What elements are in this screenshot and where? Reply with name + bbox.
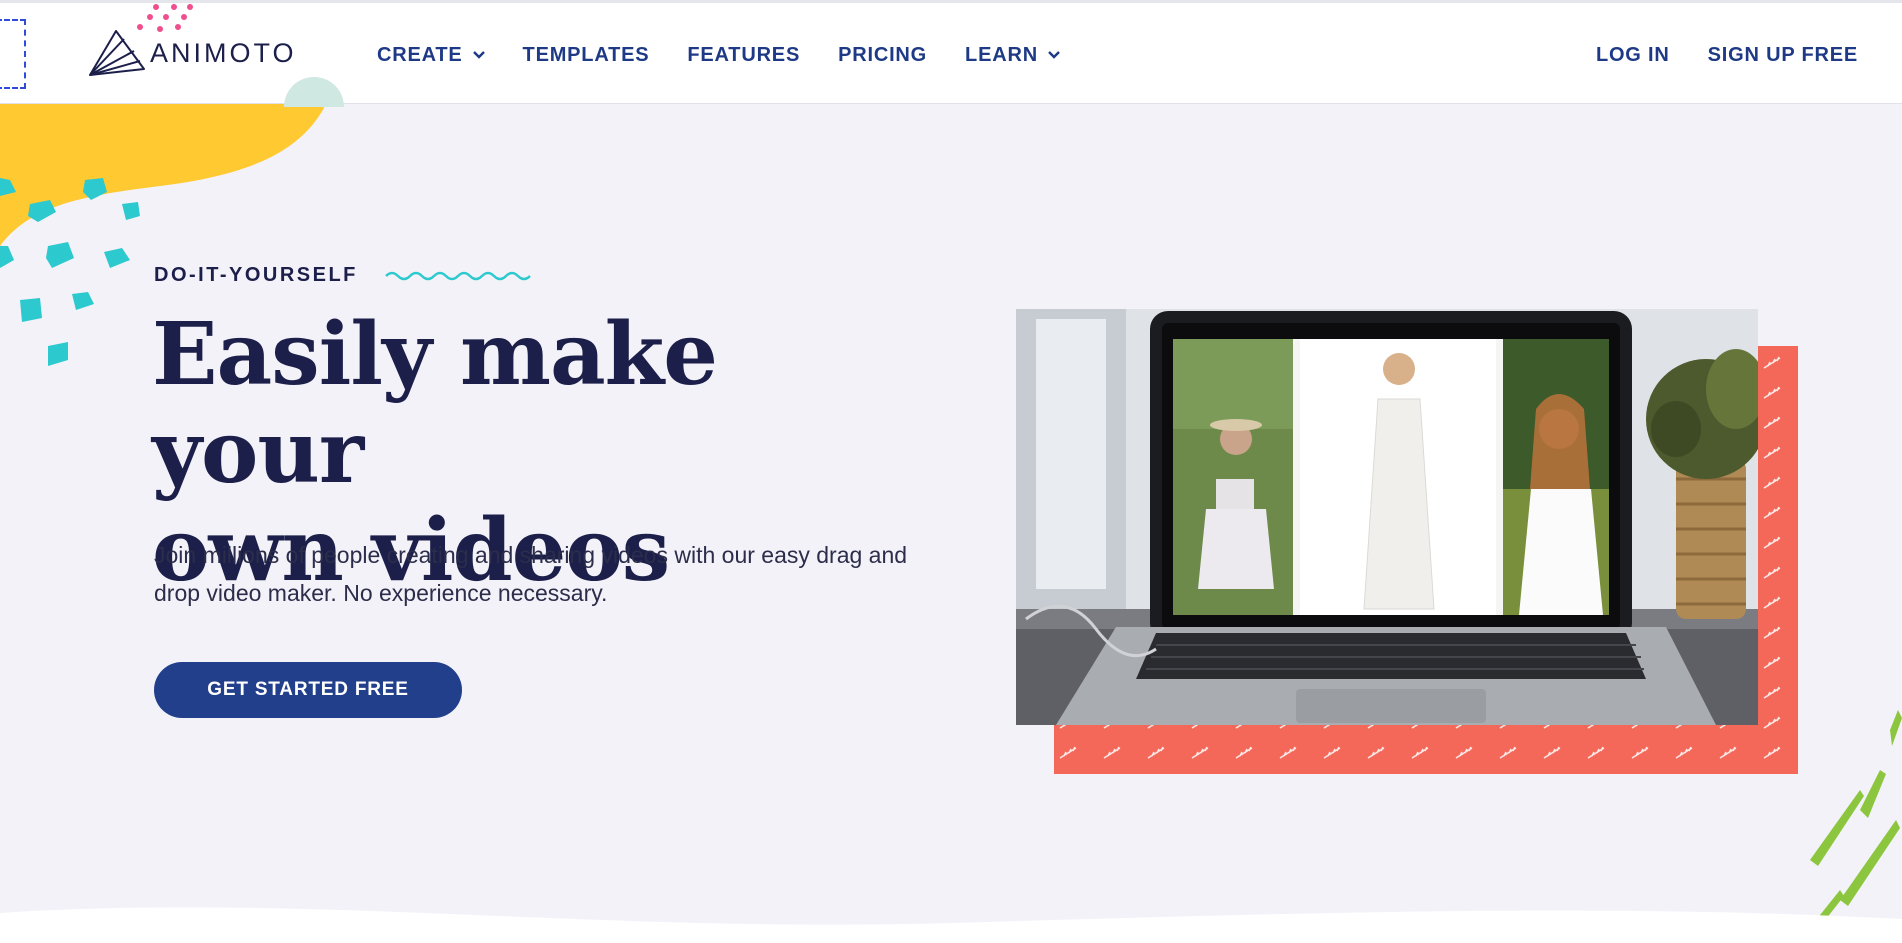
brand-name: ANIMOTO (150, 37, 297, 68)
screen-photo-left (1173, 339, 1293, 615)
hero-eyebrow: DO-IT-YOURSELF (154, 264, 536, 287)
eyebrow-text: DO-IT-YOURSELF (154, 264, 358, 286)
nav-create[interactable]: CREATE (377, 44, 485, 67)
nav-learn[interactable]: LEARN (965, 44, 1060, 67)
nav-features[interactable]: FEATURES (687, 44, 800, 67)
nav-create-label: CREATE (377, 43, 463, 66)
nav-learn-label: LEARN (965, 43, 1038, 66)
mint-circle-decoration (284, 77, 344, 107)
main-nav: CREATE TEMPLATES FEATURES PRICING LEARN (377, 3, 1098, 107)
screen-photo-right (1503, 339, 1609, 615)
signup-link[interactable]: SIGN UP FREE (1708, 44, 1858, 67)
yellow-blob-decoration (0, 104, 326, 246)
animoto-logo[interactable]: ANIMOTO (88, 29, 297, 77)
nav-features-label: FEATURES (687, 43, 801, 66)
chevron-down-icon (472, 51, 485, 59)
section-divider-wave (0, 907, 1902, 943)
nav-templates-label: TEMPLATES (522, 43, 650, 66)
nav-templates[interactable]: TEMPLATES (523, 44, 650, 67)
skip-to-content-link[interactable] (0, 19, 26, 89)
squiggle-wave-icon (385, 271, 531, 280)
teal-dots-decoration (0, 178, 140, 366)
login-link[interactable]: LOG IN (1596, 44, 1670, 67)
laptop-scene (1016, 309, 1758, 725)
animoto-fan-logo-icon (89, 30, 145, 76)
nav-pricing-label: PRICING (838, 43, 928, 66)
account-nav: LOG IN SIGN UP FREE (1558, 3, 1858, 107)
hero-subtitle: Join millions of people creating and sha… (154, 542, 908, 606)
site-header: ANIMOTO CREATE TEMPLATES FEATURES PRICIN… (0, 0, 1902, 107)
hero-laptop-image (1016, 309, 1758, 725)
nav-pricing[interactable]: PRICING (838, 44, 927, 67)
hero-title-line1: Easily make your (152, 304, 718, 503)
screen-photo-middle (1300, 339, 1496, 615)
get-started-button[interactable]: GET STARTED FREE (154, 662, 462, 718)
chevron-down-icon (1048, 51, 1060, 59)
